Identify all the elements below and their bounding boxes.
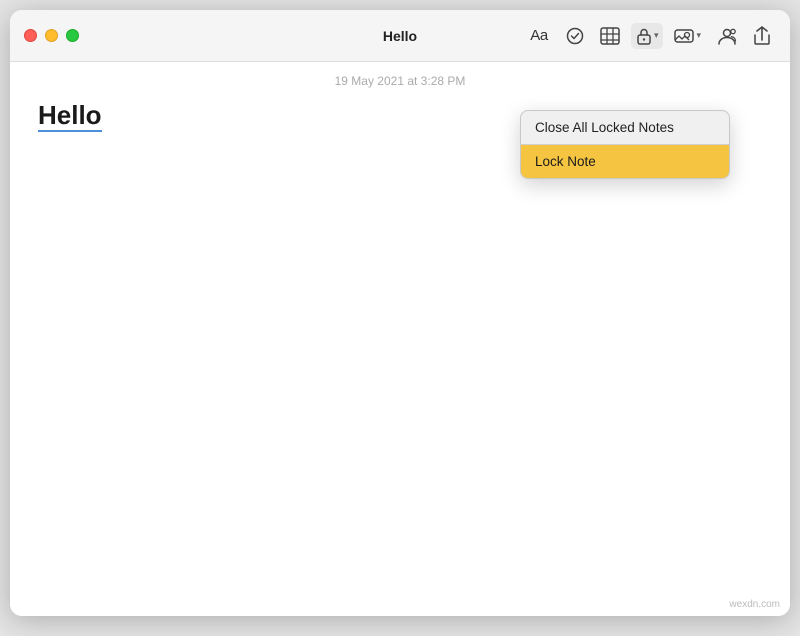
close-button[interactable]: [24, 29, 37, 42]
media-button[interactable]: ▾: [669, 23, 706, 49]
collaborators-button[interactable]: [712, 23, 742, 49]
checklist-icon: [566, 27, 584, 45]
app-window: Hello Aa: [10, 10, 790, 616]
note-date: 19 May 2021 at 3:28 PM: [10, 62, 790, 96]
lock-icon: [636, 27, 652, 45]
close-all-locked-notes-button[interactable]: Close All Locked Notes: [521, 111, 729, 144]
checklist-button[interactable]: [561, 23, 589, 49]
lock-button[interactable]: ▾: [631, 23, 664, 49]
lock-caret-icon: ▾: [654, 30, 659, 41]
maximize-button[interactable]: [66, 29, 79, 42]
titlebar: Hello Aa: [10, 10, 790, 62]
share-icon: [753, 26, 771, 46]
traffic-lights: [24, 29, 79, 42]
table-icon: [600, 27, 620, 45]
watermark: wexdn.com: [729, 599, 780, 610]
format-button[interactable]: Aa: [523, 23, 555, 48]
lock-dropdown-menu: Close All Locked Notes Lock Note: [520, 110, 730, 179]
share-button[interactable]: [748, 22, 776, 50]
note-title: Hello: [38, 100, 102, 132]
note-content: 19 May 2021 at 3:28 PM Hello Close All L…: [10, 62, 790, 616]
table-button[interactable]: [595, 23, 625, 49]
window-title: Hello: [383, 28, 417, 44]
collaborators-icon: [717, 27, 737, 45]
toolbar-right: Aa: [523, 22, 776, 50]
minimize-button[interactable]: [45, 29, 58, 42]
lock-note-button[interactable]: Lock Note: [521, 145, 729, 178]
media-caret-icon: ▾: [696, 30, 701, 41]
media-icon: [674, 27, 694, 45]
